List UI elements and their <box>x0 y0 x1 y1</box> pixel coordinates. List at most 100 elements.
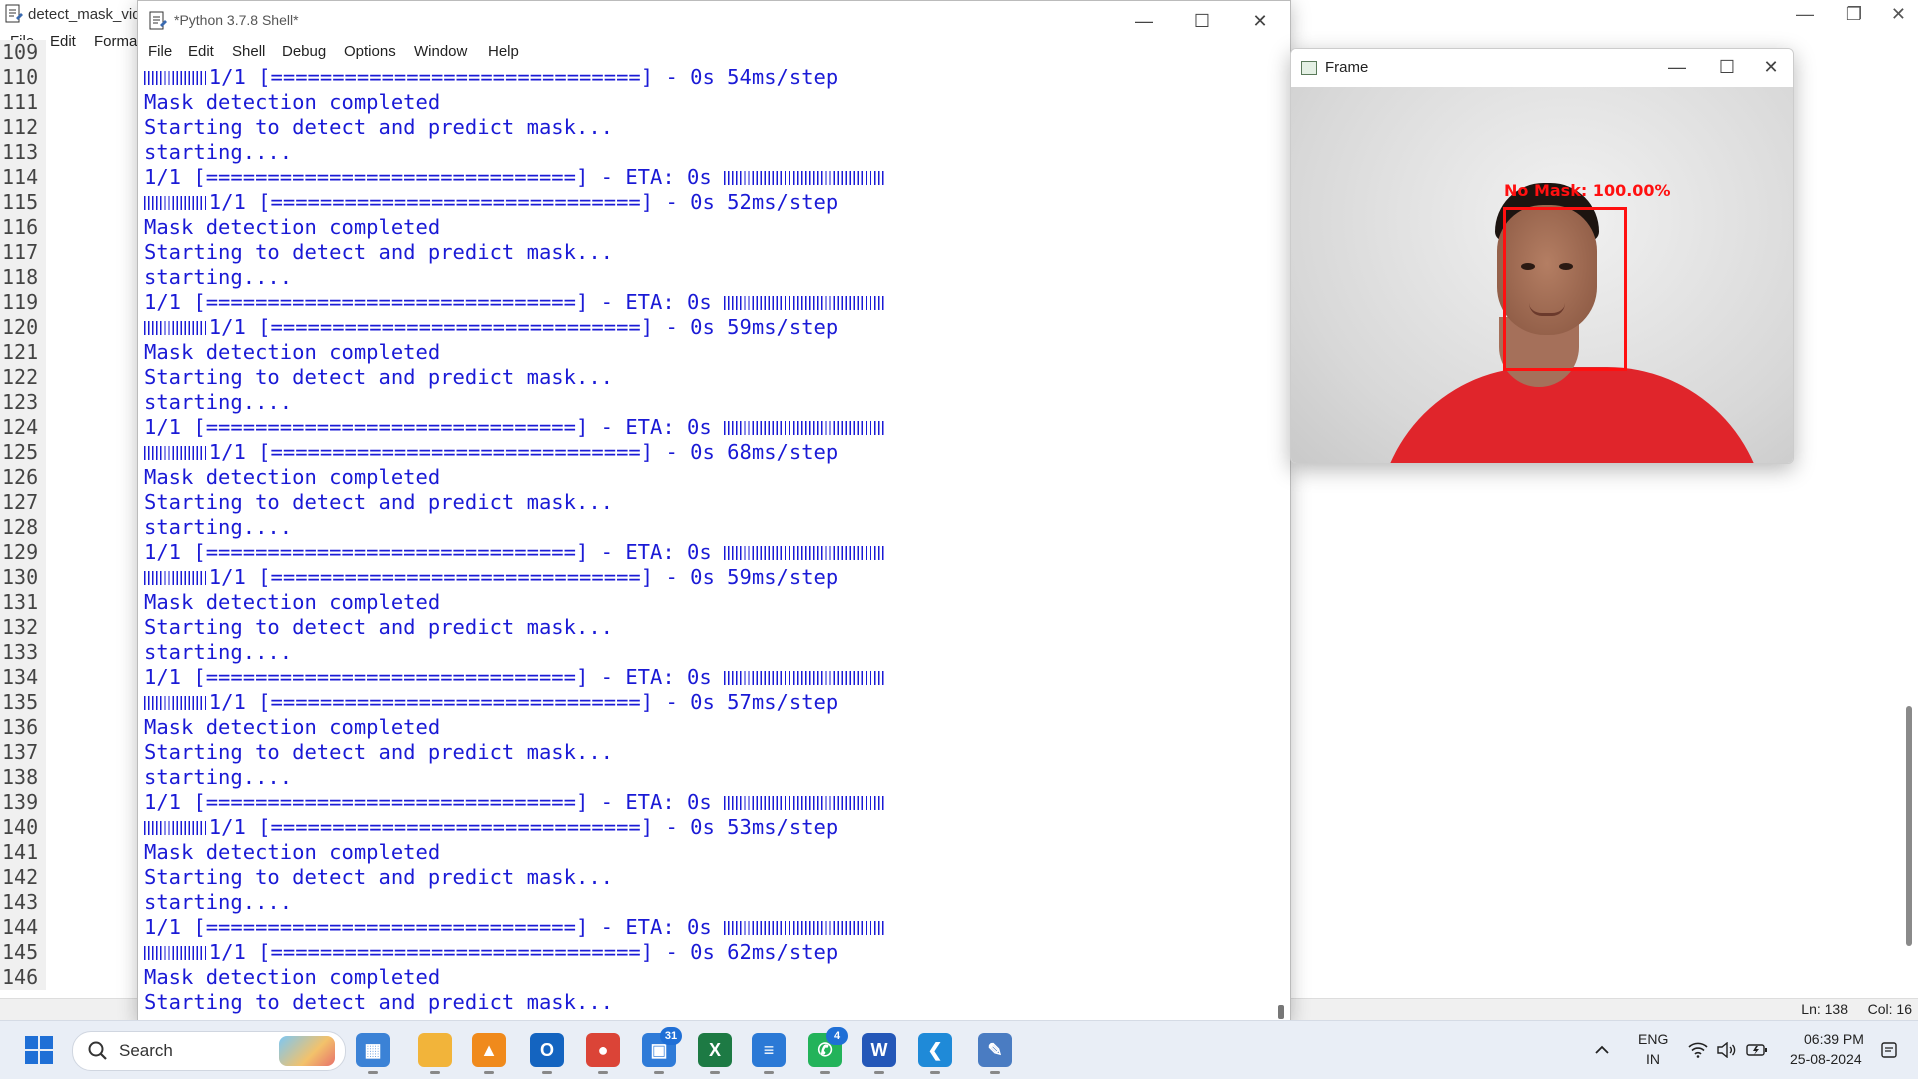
clock-date[interactable]: 25-08-2024 <box>1790 1051 1862 1067</box>
shell-line-text: Mask detection completed <box>144 340 441 364</box>
control-char-run <box>724 421 887 435</box>
shell-line-text: 1/1 [==============================] - 0… <box>208 690 839 714</box>
line-number: 128 <box>2 515 39 539</box>
shell-line-text: Starting to detect and predict mask... <box>144 365 613 389</box>
calendar-app-icon[interactable]: ▣ 31 <box>642 1027 682 1074</box>
control-char-run <box>724 671 887 685</box>
running-indicator <box>598 1071 608 1074</box>
language-bottom[interactable]: IN <box>1646 1051 1660 1067</box>
notepad-icon[interactable]: ≡ <box>752 1033 786 1074</box>
shell-line-text: 1/1 [==============================] - 0… <box>208 65 839 89</box>
shell-output-line: Mask detection completed <box>144 840 1264 865</box>
frame-titlebar: Frame — ☐ ✕ <box>1291 49 1793 87</box>
wifi-icon[interactable] <box>1688 1042 1708 1058</box>
shell-menu-debug[interactable]: Debug <box>282 43 326 60</box>
shell-menu-shell[interactable]: Shell <box>232 43 265 60</box>
line-number: 145 <box>2 940 39 964</box>
shell-line-text: Mask detection completed <box>144 840 441 864</box>
chevron-up-icon[interactable] <box>1594 1042 1610 1058</box>
line-number: 135 <box>2 690 39 714</box>
shell-output-line: Starting to detect and predict mask... <box>144 740 1264 765</box>
frame-window: Frame — ☐ ✕ No Mask: 100.00% <box>1290 48 1794 464</box>
shell-line-text: starting.... <box>144 265 293 289</box>
python-idle-icon[interactable]: ✎ <box>978 1033 1012 1074</box>
running-indicator <box>542 1071 552 1074</box>
idle-shell-icon <box>149 11 167 30</box>
control-char-run <box>144 196 209 210</box>
running-indicator <box>368 1071 378 1074</box>
shell-close-icon[interactable]: ✕ <box>1238 7 1282 35</box>
control-char-run <box>144 571 209 585</box>
shell-maximize-icon[interactable]: ☐ <box>1180 7 1224 35</box>
whatsapp-icon[interactable]: ✆ 4 <box>808 1027 848 1074</box>
close-icon[interactable]: ✕ <box>1891 4 1906 25</box>
shell-menu-file[interactable]: File <box>148 43 172 60</box>
line-number: 139 <box>2 790 39 814</box>
taskbar-search-box[interactable]: Search <box>72 1031 346 1071</box>
start-icon[interactable] <box>22 1033 56 1067</box>
line-number: 138 <box>2 765 39 789</box>
editor-menu-format[interactable]: Forma <box>94 33 137 50</box>
volume-icon[interactable] <box>1716 1042 1736 1058</box>
word-icon[interactable]: W <box>862 1033 896 1074</box>
line-number: 116 <box>2 215 39 239</box>
line-number: 120 <box>2 315 39 339</box>
shell-output-line: 1/1 [==============================] - 0… <box>144 815 1264 840</box>
shell-line-text: Starting to detect and predict mask... <box>144 490 613 514</box>
frame-minimize-icon[interactable]: — <box>1655 53 1699 81</box>
shell-scrollbar-thumb[interactable] <box>1278 1005 1284 1019</box>
shell-output-line: Starting to detect and predict mask... <box>144 865 1264 890</box>
frame-app-icon <box>1301 61 1317 75</box>
notification-icon[interactable] <box>1880 1041 1898 1059</box>
shell-output-line: starting.... <box>144 765 1264 790</box>
frame-maximize-icon[interactable]: ☐ <box>1705 53 1749 81</box>
shell-menu-edit[interactable]: Edit <box>188 43 214 60</box>
taskbar: Search ▦ ▲ O ● ▣ 31 X ≡ ✆ 4 W ❮ ✎ ENG IN 06:39 PM 25… <box>0 1020 1918 1079</box>
shell-output-line: 1/1 [==============================] - 0… <box>144 190 1264 215</box>
shell-output-line: Mask detection completed <box>144 215 1264 240</box>
vscode-icon[interactable]: ❮ <box>918 1033 952 1074</box>
editor-scrollbar-thumb[interactable] <box>1906 706 1912 946</box>
shell-output-line: Mask detection completed <box>144 965 1264 990</box>
shell-output-line: Starting to detect and predict mask... <box>144 115 1264 140</box>
restore-icon[interactable]: ❐ <box>1846 4 1862 25</box>
minimize-icon[interactable]: — <box>1796 4 1814 25</box>
shell-line-text: starting.... <box>144 390 293 414</box>
shell-menu-window[interactable]: Window <box>414 43 467 60</box>
shell-output-line: Starting to detect and predict mask... <box>144 490 1264 515</box>
shell-output-line: starting.... <box>144 390 1264 415</box>
shell-output-line: 1/1 [==============================] - E… <box>144 165 1264 190</box>
shell-line-text: Starting to detect and predict mask... <box>144 740 613 764</box>
control-char-run <box>144 71 209 85</box>
shell-line-text: 1/1 [==============================] - E… <box>144 915 725 939</box>
vlc-icon[interactable]: ▲ <box>472 1033 506 1074</box>
shell-minimize-icon[interactable]: — <box>1122 7 1166 35</box>
shell-output-line: 1/1 [==============================] - 0… <box>144 440 1264 465</box>
line-number: 123 <box>2 390 39 414</box>
shell-menu-help[interactable]: Help <box>488 43 519 60</box>
editor-menu-edit[interactable]: Edit <box>50 33 76 50</box>
shell-line-text: Starting to detect and predict mask... <box>144 115 613 139</box>
line-number: 115 <box>2 190 39 214</box>
language-top[interactable]: ENG <box>1638 1031 1668 1047</box>
shell-line-text: starting.... <box>144 515 293 539</box>
line-number: 113 <box>2 140 39 164</box>
shell-line-text: 1/1 [==============================] - 0… <box>208 315 839 339</box>
file-explorer-icon[interactable] <box>418 1033 452 1074</box>
excel-icon[interactable]: X <box>698 1033 732 1074</box>
line-number: 125 <box>2 440 39 464</box>
clock-time[interactable]: 06:39 PM <box>1804 1031 1864 1047</box>
chrome-icon[interactable]: ● <box>586 1033 620 1074</box>
shell-output-line: 1/1 [==============================] - E… <box>144 790 1264 815</box>
microsoft-store-icon[interactable]: ▦ <box>356 1033 390 1074</box>
shell-menu-options[interactable]: Options <box>344 43 396 60</box>
shell-line-text: 1/1 [==============================] - E… <box>144 790 725 814</box>
webcam-view: No Mask: 100.00% <box>1291 87 1793 463</box>
frame-close-icon[interactable]: ✕ <box>1749 53 1793 81</box>
shell-output[interactable]: 1/1 [==============================] - 0… <box>144 65 1264 1019</box>
outlook-icon[interactable]: O <box>530 1033 564 1074</box>
battery-icon[interactable] <box>1746 1042 1768 1058</box>
search-highlight-icon <box>279 1036 335 1066</box>
shell-line-text: starting.... <box>144 140 293 164</box>
shell-line-text: 1/1 [==============================] - 0… <box>208 565 839 589</box>
